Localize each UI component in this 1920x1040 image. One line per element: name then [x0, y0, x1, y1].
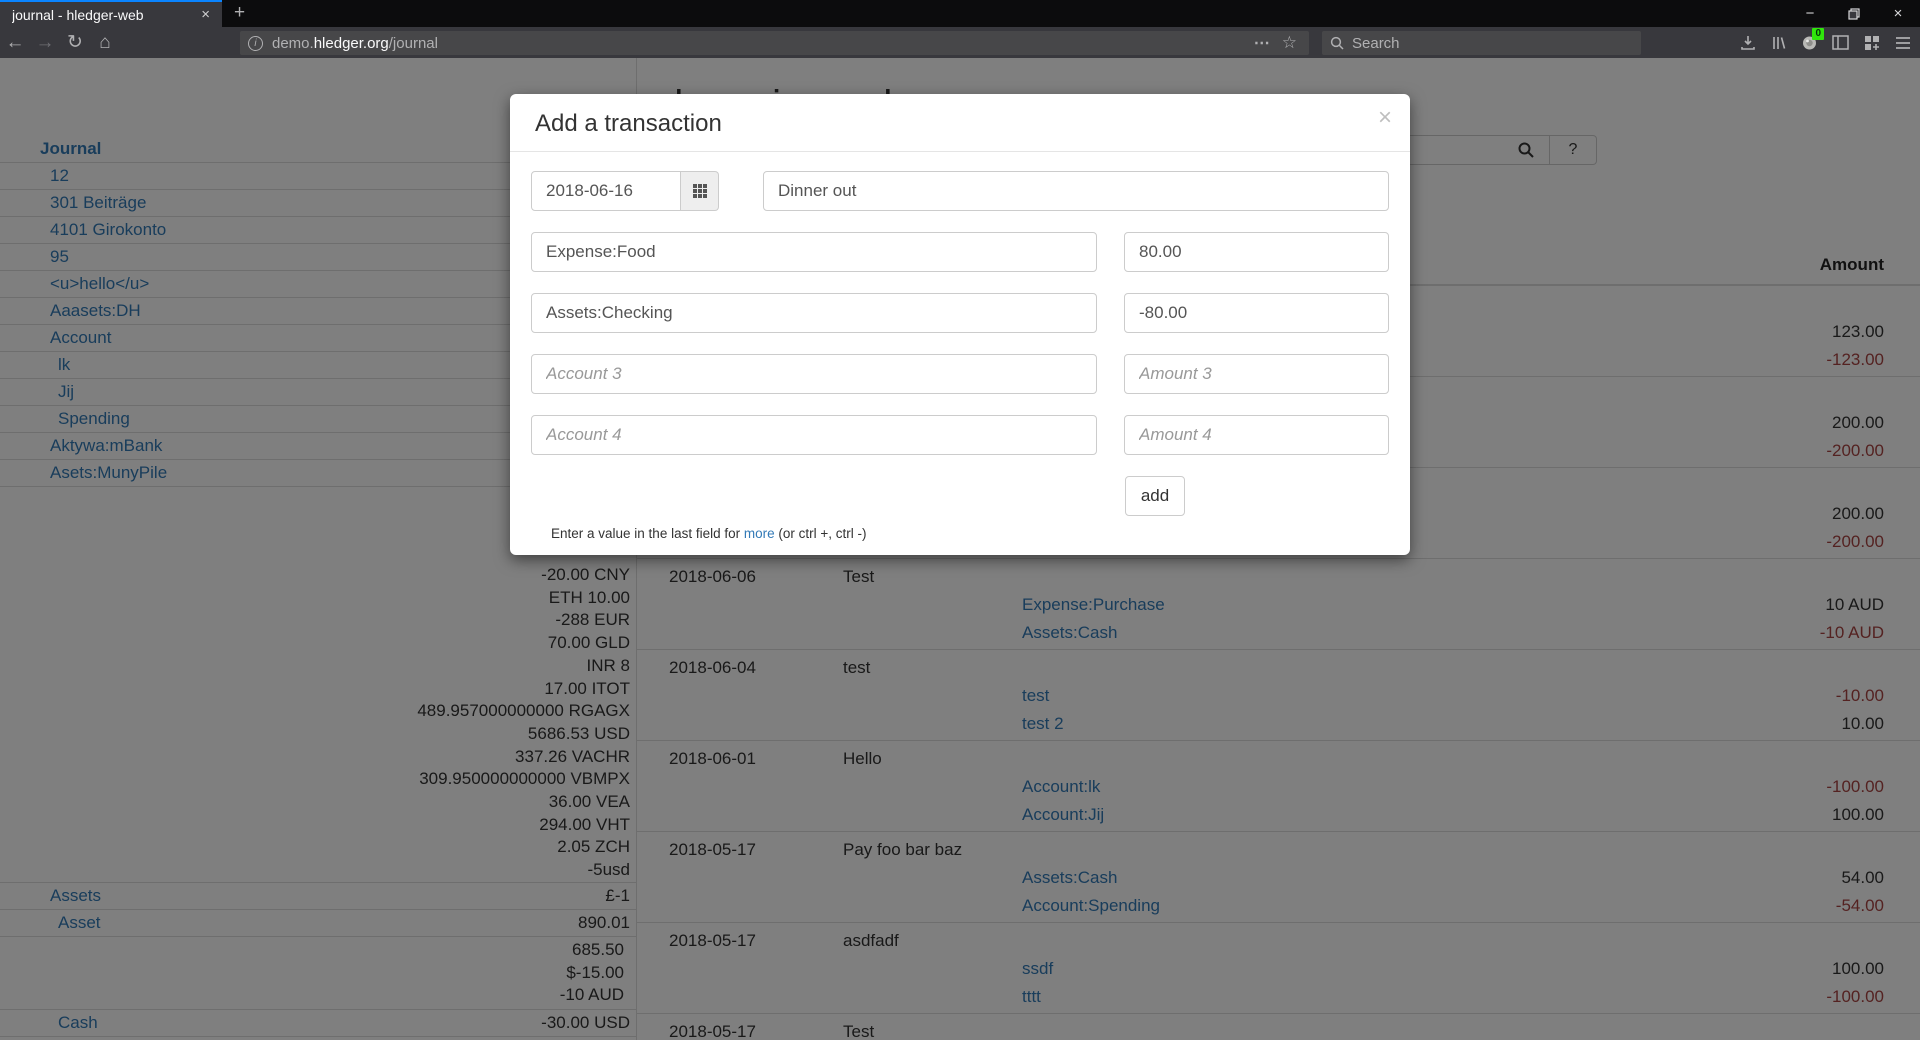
menu-hamburger-icon[interactable] — [1887, 27, 1918, 58]
modal-hint: Enter a value in the last field for more… — [551, 526, 1389, 541]
window-close-button[interactable]: × — [1876, 0, 1920, 27]
bookmark-star-icon[interactable]: ☆ — [1278, 33, 1301, 53]
url-bar[interactable]: i demo.hledger.org/journal ⋯ ☆ — [240, 31, 1309, 55]
browser-search-bar[interactable]: Search — [1322, 31, 1641, 55]
tab-bar: journal - hledger-web × + − × — [0, 0, 1920, 27]
date-input[interactable] — [531, 171, 681, 211]
close-icon[interactable]: × — [1378, 104, 1392, 132]
more-link[interactable]: more — [744, 526, 775, 541]
page-content: demo.journal Journal 12 301 Beiträge 410… — [0, 58, 1920, 1040]
reload-icon[interactable]: ↻ — [60, 31, 90, 54]
home-icon[interactable]: ⌂ — [90, 32, 120, 54]
url-text: demo.hledger.org/journal — [272, 35, 1246, 52]
amount-1-input[interactable] — [1124, 232, 1389, 272]
window-controls: − × — [1788, 0, 1920, 27]
library-icon[interactable] — [1763, 27, 1794, 58]
date-input-group — [531, 171, 719, 211]
amount-2-input[interactable] — [1124, 293, 1389, 333]
window-minimize-button[interactable]: − — [1788, 0, 1832, 27]
account-2-input[interactable] — [531, 293, 1097, 333]
back-icon[interactable]: ← — [0, 32, 30, 54]
extension-badge: 0 — [1812, 28, 1824, 40]
modal-body: add Enter a value in the last field for … — [510, 152, 1410, 541]
tab-title: journal - hledger-web — [12, 7, 197, 23]
search-placeholder: Search — [1352, 35, 1400, 52]
url-domain: hledger.org — [314, 35, 389, 52]
calendar-grid-icon — [692, 183, 708, 199]
amount-3-input[interactable] — [1124, 354, 1389, 394]
account-1-input[interactable] — [531, 232, 1097, 272]
account-3-input[interactable] — [531, 354, 1097, 394]
site-info-icon[interactable]: i — [248, 36, 263, 51]
tab-journal[interactable]: journal - hledger-web × — [0, 0, 222, 27]
url-path: /journal — [389, 35, 438, 52]
window-restore-button[interactable] — [1832, 0, 1876, 27]
add-button[interactable]: add — [1125, 476, 1185, 516]
amount-4-input[interactable] — [1124, 415, 1389, 455]
tab-close-icon[interactable]: × — [197, 6, 214, 23]
downloads-icon[interactable] — [1732, 27, 1763, 58]
forward-icon[interactable]: → — [30, 32, 60, 54]
page-actions-icon[interactable]: ⋯ — [1246, 33, 1278, 53]
description-input[interactable] — [763, 171, 1389, 211]
add-transaction-modal: Add a transaction × — [510, 94, 1410, 555]
apps-grid-icon[interactable] — [1856, 27, 1887, 58]
url-subdomain: demo. — [272, 35, 314, 52]
extension-icon[interactable]: 0 — [1794, 27, 1825, 58]
new-tab-button[interactable]: + — [222, 0, 257, 27]
date-picker-button[interactable] — [681, 171, 719, 211]
toolbar-icons: 0 — [1732, 27, 1918, 58]
modal-title: Add a transaction — [535, 110, 1385, 138]
navigation-toolbar: ← → ↻ ⌂ i demo.hledger.org/journal ⋯ ☆ S… — [0, 27, 1920, 58]
sidebar-toggle-icon[interactable] — [1825, 27, 1856, 58]
browser-window: journal - hledger-web × + − × ← → ↻ ⌂ i … — [0, 0, 1920, 1040]
search-icon — [1330, 36, 1344, 50]
account-4-input[interactable] — [531, 415, 1097, 455]
modal-header: Add a transaction × — [510, 94, 1410, 152]
